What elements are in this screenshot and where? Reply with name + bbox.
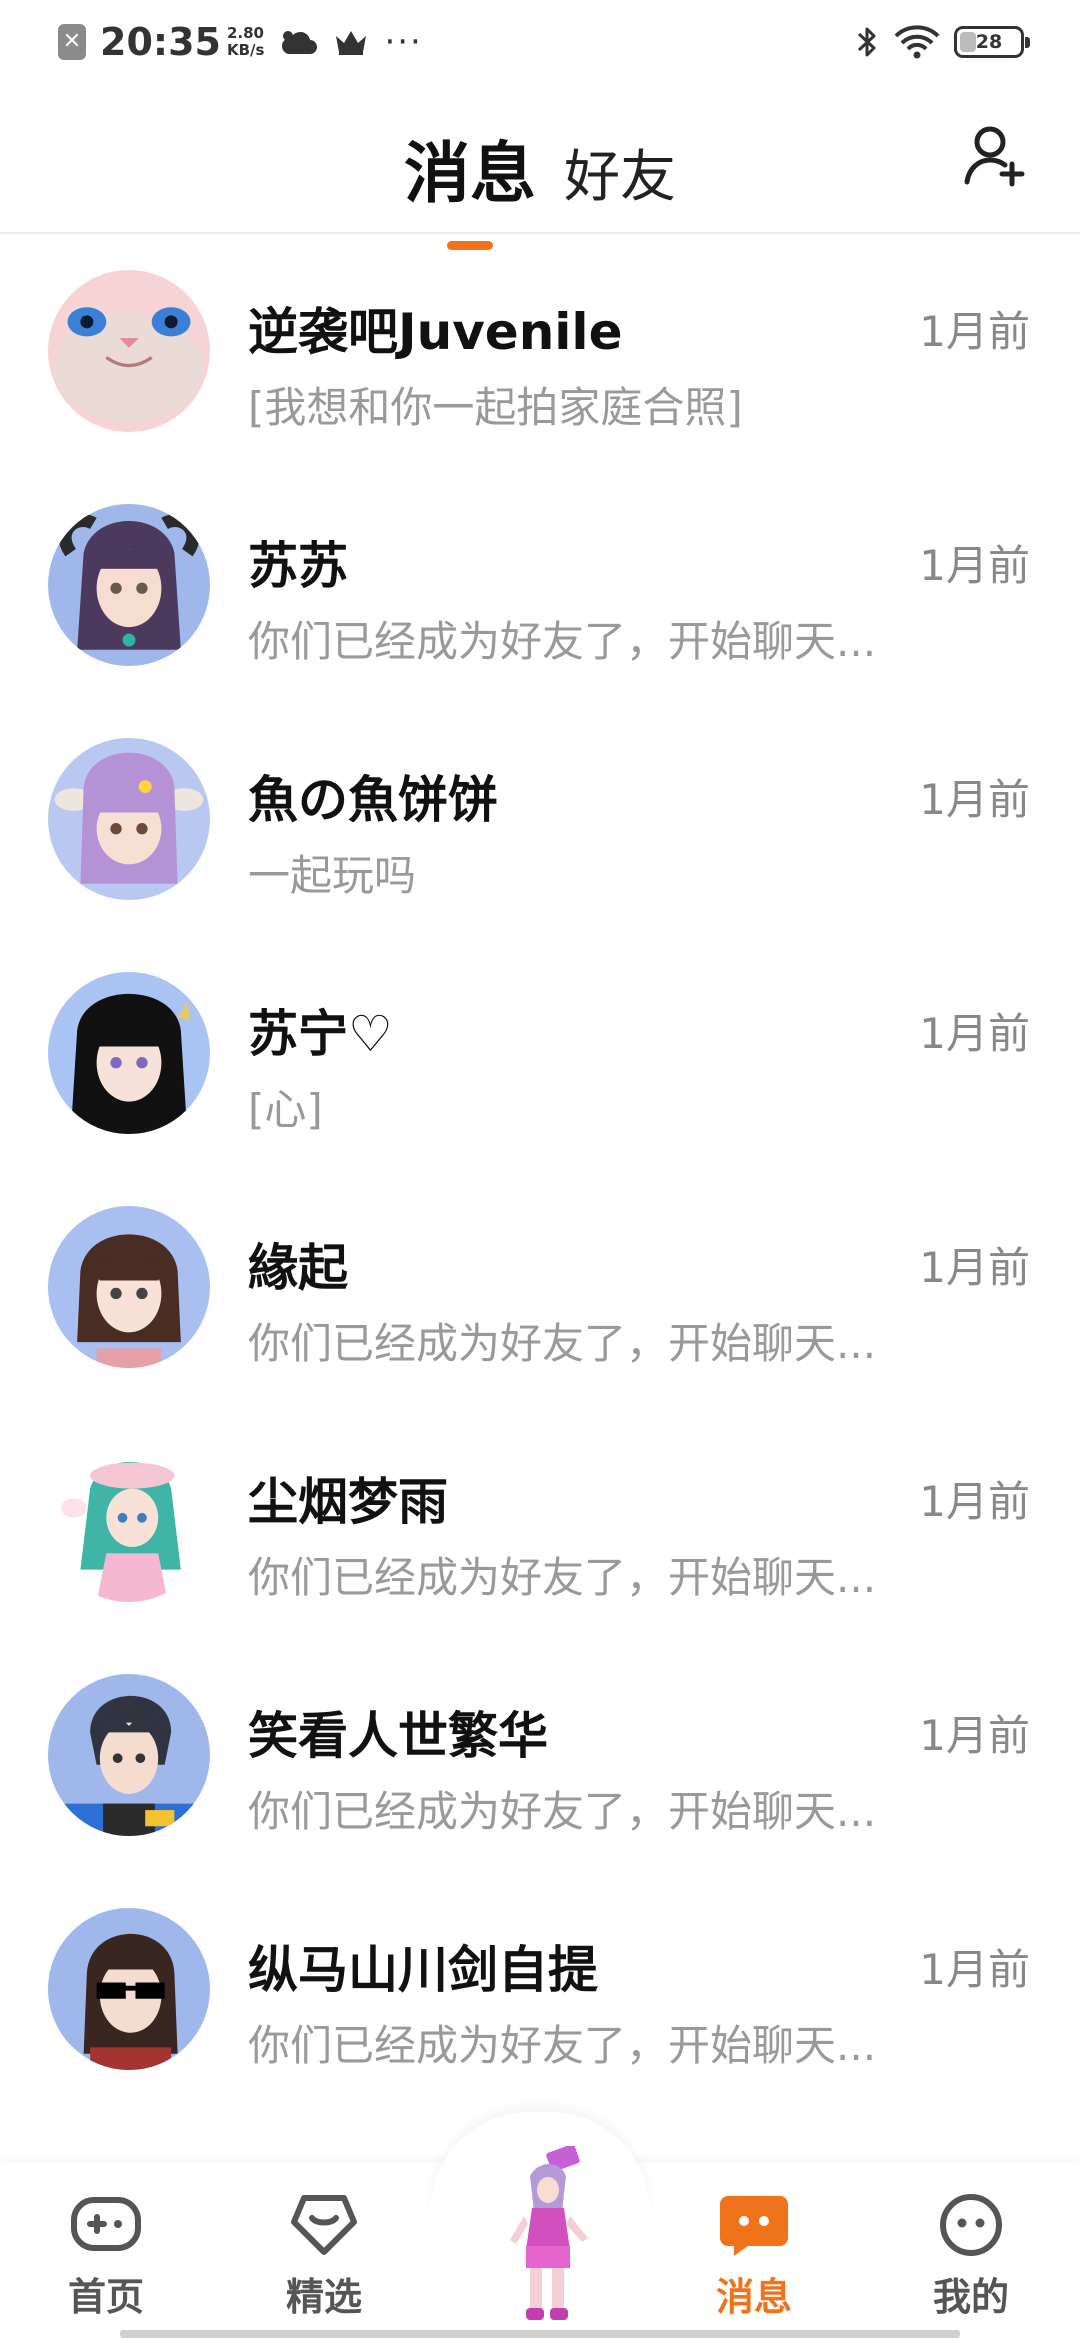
message-preview: 一起玩吗 <box>248 851 417 900</box>
tab-friends[interactable]: 好友 <box>550 132 690 213</box>
message-time: 1月前 <box>919 775 1030 824</box>
network-speed-unit: KB/s <box>226 41 265 59</box>
nav-messages-label: 消息 <box>715 2275 792 2319</box>
wifi-icon <box>894 25 940 59</box>
conversation-row[interactable]: 苏宁♡ 1月前 [心] <box>0 938 1080 1172</box>
crown-icon <box>334 28 368 56</box>
message-time: 1月前 <box>919 1009 1030 1058</box>
notification-close-icon: ✕ <box>58 24 86 60</box>
clock: 20:35 <box>100 20 221 64</box>
header: 消息 好友 <box>0 84 1080 250</box>
message-time: 1月前 <box>919 307 1030 356</box>
avatar-sunglasses-boy[interactable] <box>48 1908 210 2070</box>
message-time: 1月前 <box>919 1477 1030 1526</box>
avatar-teal-hair-girl[interactable] <box>48 1440 210 1602</box>
contact-name: 逆袭吧Juvenile <box>248 303 623 361</box>
contact-name: 笑看人世繁华 <box>248 1707 548 1765</box>
conversation-row[interactable]: 尘烟梦雨 1月前 你们已经成为好友了，开始聊天... <box>0 1406 1080 1640</box>
status-bar-left: ✕ 20:35 2.80 KB/s ··· <box>58 20 423 64</box>
message-preview: 你们已经成为好友了，开始聊天... <box>248 1787 877 1836</box>
avatar-brown-hair-girl[interactable] <box>48 1206 210 1368</box>
contact-name: 纵马山川剑自提 <box>248 1941 598 1999</box>
contact-name: 苏宁♡ <box>248 1005 393 1063</box>
nav-profile-label: 我的 <box>932 2275 1009 2319</box>
tab-messages[interactable]: 消息 <box>390 120 550 250</box>
network-speed-value: 2.80 <box>226 24 264 42</box>
battery-fill <box>960 32 977 52</box>
message-preview: [我想和你一起拍家庭合照] <box>248 383 743 432</box>
nav-profile[interactable]: 我的 <box>901 2192 1041 2321</box>
message-preview: 你们已经成为好友了，开始聊天... <box>248 1319 877 1368</box>
more-dots-icon: ··· <box>384 22 423 62</box>
battery-icon: 28 <box>954 26 1030 58</box>
message-preview: 你们已经成为好友了，开始聊天... <box>248 2021 877 2070</box>
conversation-row[interactable]: 魚の魚饼饼 1月前 一起玩吗 <box>0 704 1080 938</box>
status-bar-right: 28 <box>840 24 1030 60</box>
message-preview: [心] <box>248 1085 323 1134</box>
message-preview: 你们已经成为好友了，开始聊天... <box>248 617 877 666</box>
avatar-cat-mask[interactable] <box>48 270 210 432</box>
nav-featured-label: 精选 <box>285 2275 362 2319</box>
home-indicator[interactable] <box>120 2330 960 2338</box>
tab-messages-label: 消息 <box>404 135 536 212</box>
avatar-horned-girl[interactable] <box>48 504 210 666</box>
contact-name: 苏苏 <box>248 537 348 595</box>
status-bar: ✕ 20:35 2.80 KB/s ··· 28 <box>0 0 1080 84</box>
conversation-row[interactable]: 逆袭吧Juvenile 1月前 [我想和你一起拍家庭合照] <box>0 236 1080 470</box>
add-friend-icon[interactable] <box>962 122 1028 188</box>
cloud-icon <box>280 27 318 57</box>
nav-avatar-character[interactable] <box>490 2144 600 2336</box>
message-time: 1月前 <box>919 541 1030 590</box>
conversation-row[interactable]: 纵马山川剑自提 1月前 你们已经成为好友了，开始聊天... <box>0 1874 1080 2108</box>
nav-messages[interactable]: 消息 <box>684 2192 824 2321</box>
bluetooth-icon <box>856 24 878 60</box>
message-time: 1月前 <box>919 1711 1030 1760</box>
conversation-row[interactable]: 緣起 1月前 你们已经成为好友了，开始聊天... <box>0 1172 1080 1406</box>
message-time: 1月前 <box>919 1243 1030 1292</box>
avatar-dark-hair-boy[interactable] <box>48 1674 210 1836</box>
network-speed: 2.80 KB/s <box>227 25 264 59</box>
chat-bubble-icon <box>720 2196 788 2256</box>
heart-badge-icon <box>291 2195 357 2255</box>
tab-bar: 消息 好友 <box>0 120 1080 250</box>
message-preview: 你们已经成为好友了，开始聊天... <box>248 1553 877 1602</box>
battery-level: 28 <box>975 31 1003 53</box>
contact-name: 尘烟梦雨 <box>248 1473 448 1531</box>
contact-name: 魚の魚饼饼 <box>248 771 498 829</box>
contact-name: 緣起 <box>248 1239 348 1297</box>
nav-featured[interactable]: 精选 <box>254 2192 394 2321</box>
avatar-purple-hair-girl[interactable] <box>48 738 210 900</box>
nav-home-label: 首页 <box>67 2275 144 2319</box>
conversation-row[interactable]: 苏苏 1月前 你们已经成为好友了，开始聊天... <box>0 470 1080 704</box>
message-time: 1月前 <box>919 1945 1030 1994</box>
avatar-black-hair-girl[interactable] <box>48 972 210 1134</box>
gamepad-icon <box>71 2197 141 2251</box>
nav-home[interactable]: 首页 <box>36 2192 176 2321</box>
smiley-face-icon <box>940 2194 1002 2256</box>
tab-friends-label: 好友 <box>564 145 676 210</box>
conversation-row[interactable]: 笑看人世繁华 1月前 你们已经成为好友了，开始聊天... <box>0 1640 1080 1874</box>
conversation-list: 逆袭吧Juvenile 1月前 [我想和你一起拍家庭合照] 苏苏 1月前 你们已… <box>0 236 1080 2108</box>
